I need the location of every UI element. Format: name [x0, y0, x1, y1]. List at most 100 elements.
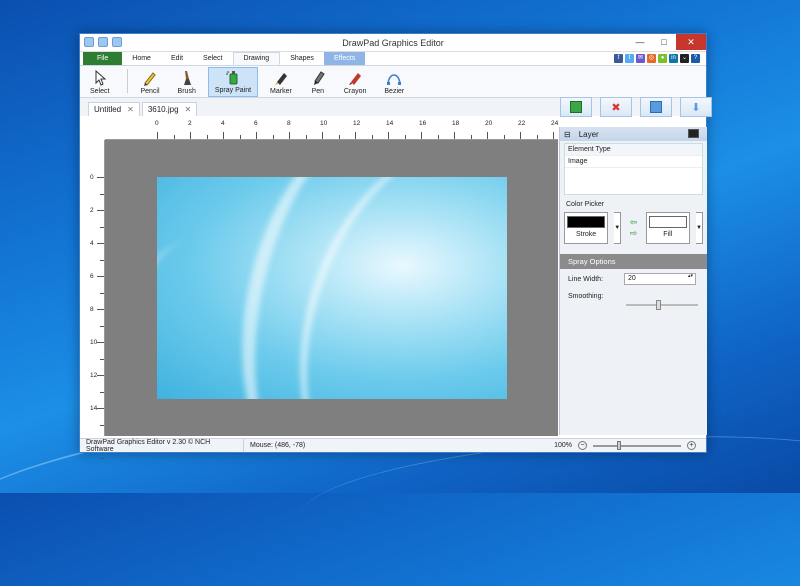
smoothing-row: Smoothing: — [560, 289, 707, 304]
add-layer-button[interactable] — [560, 97, 592, 117]
social-link-icon[interactable]: t — [625, 54, 634, 63]
ruler-tick — [173, 135, 175, 139]
right-panel: ⊟ Layer Element Type Image Color Picker … — [559, 127, 707, 435]
bezier-icon — [387, 74, 402, 85]
ruler-label: 2 — [188, 120, 192, 127]
zoom-level: 100% — [554, 442, 572, 449]
line-width-input[interactable]: 20 — [624, 273, 696, 285]
color-picker-label: Color Picker — [566, 201, 605, 208]
ruler-tick — [388, 132, 389, 139]
social-link-icon[interactable]: f — [614, 54, 623, 63]
tool-pencil[interactable]: Pencil — [134, 67, 165, 97]
delete-layer-button[interactable]: ✖ — [600, 97, 632, 117]
tool-marker[interactable]: Marker — [264, 67, 298, 97]
social-link-icon[interactable]: ✉ — [636, 54, 645, 63]
ruler-label: 18 — [452, 120, 460, 127]
doc-tab-untitled[interactable]: Untitled ✕ — [88, 102, 140, 116]
divider — [127, 69, 129, 93]
close-icon[interactable]: ✕ — [127, 105, 134, 114]
close-icon[interactable]: ✕ — [185, 105, 192, 114]
tab-effects[interactable]: Effects — [323, 52, 366, 65]
maximize-button[interactable]: □ — [652, 34, 676, 50]
ruler-label: 22 — [518, 120, 526, 127]
tool-label: Select — [90, 88, 110, 95]
brush-icon — [183, 71, 191, 85]
tool-label: Marker — [270, 88, 292, 95]
spray-paint-icon — [226, 71, 238, 85]
tab-shapes[interactable]: Shapes — [280, 52, 324, 65]
social-link-icon[interactable]: ⌄ — [680, 54, 689, 63]
ruler-tick — [100, 457, 104, 459]
layer-visibility-icon[interactable] — [688, 129, 699, 138]
minimize-button[interactable]: — — [628, 34, 652, 50]
ruler-label: 8 — [90, 306, 94, 313]
merge-layer-button[interactable]: ⬇ — [680, 97, 712, 117]
line-width-row: Line Width: 20 — [560, 269, 707, 289]
tab-edit[interactable]: Edit — [161, 52, 193, 65]
duplicate-layer-button[interactable] — [640, 97, 672, 117]
cursor-icon — [95, 70, 107, 86]
close-button[interactable]: ✕ — [676, 34, 706, 50]
tool-brush[interactable]: Brush — [172, 67, 202, 97]
ruler-label: 12 — [353, 120, 361, 127]
tool-select[interactable]: Select — [84, 67, 115, 97]
ruler-tick — [100, 193, 104, 195]
canvas-background[interactable] — [105, 140, 558, 436]
ruler-tick — [97, 375, 104, 376]
ruler-tick — [536, 135, 538, 139]
stroke-dropdown-icon[interactable]: ▼ — [614, 212, 622, 244]
tab-drawing[interactable]: Drawing — [232, 52, 281, 65]
doc-tab-3610[interactable]: 3610.jpg ✕ — [141, 102, 198, 116]
social-link-icon[interactable]: in — [669, 54, 678, 63]
stroke-swatch[interactable]: Stroke — [564, 212, 609, 244]
tool-crayon[interactable]: Crayon — [338, 67, 373, 97]
tool-bezier[interactable]: Bezier — [378, 67, 410, 97]
tab-select[interactable]: Select — [193, 52, 232, 65]
ruler-tick — [520, 132, 521, 139]
fill-swatch[interactable]: Fill — [645, 212, 690, 244]
ruler-label: 6 — [90, 273, 94, 280]
ruler-tick — [190, 132, 191, 139]
social-link-icon[interactable]: ● — [658, 54, 667, 63]
smoothing-label: Smoothing: — [568, 293, 604, 300]
tool-label: Pencil — [140, 88, 160, 95]
ruler-tick — [371, 135, 373, 139]
tool-label: Crayon — [343, 88, 367, 95]
pen-icon — [313, 71, 325, 85]
social-link-icon[interactable]: ◎ — [647, 54, 656, 63]
ruler-label: 0 — [155, 120, 159, 127]
ruler-tick — [553, 132, 554, 139]
app-window: DrawPad Graphics Editor — □ ✕ File Home … — [79, 33, 712, 459]
collapse-icon[interactable]: ⊟ — [564, 130, 571, 139]
tool-pen[interactable]: Pen — [304, 67, 332, 97]
ruler-label: 20 — [485, 120, 493, 127]
slider-thumb[interactable] — [656, 300, 661, 310]
smoothing-slider-row — [560, 300, 707, 310]
canvas-image[interactable] — [157, 177, 507, 399]
zoom-thumb[interactable] — [617, 440, 621, 450]
tool-label: Brush — [177, 88, 196, 95]
title-bar: DrawPad Graphics Editor — □ ✕ — [80, 34, 706, 52]
document-tabs: Untitled ✕ 3610.jpg ✕ ✖ ⬇ — [80, 97, 712, 117]
zoom-control: 100% − + — [554, 440, 696, 450]
layer-column-header: Element Type — [565, 144, 702, 156]
ruler-label: 6 — [254, 120, 258, 127]
tab-file[interactable]: File — [83, 52, 123, 65]
ruler-tick — [100, 424, 104, 426]
zoom-out-icon[interactable]: − — [578, 441, 587, 450]
smoothing-slider[interactable] — [626, 300, 698, 310]
tab-home[interactable]: Home — [122, 52, 161, 65]
layer-title: Layer — [578, 129, 599, 139]
social-link-icon[interactable]: ? — [691, 54, 700, 63]
zoom-slider[interactable] — [593, 440, 681, 450]
swap-colors-icon[interactable]: ⇦ ⇨ — [627, 216, 639, 240]
fill-dropdown-icon[interactable]: ▼ — [695, 212, 703, 244]
delete-layer-icon: ✖ — [611, 101, 621, 114]
zoom-in-icon[interactable]: + — [687, 441, 696, 450]
ruler-tick — [97, 243, 104, 244]
ruler-tick — [421, 132, 422, 139]
drawing-toolbar: Select Pencil Brush Spray Paint Marker P… — [80, 66, 706, 98]
marker-icon — [274, 73, 287, 85]
layer-row[interactable]: Image — [565, 156, 702, 168]
tool-spray-paint[interactable]: Spray Paint — [207, 67, 259, 97]
